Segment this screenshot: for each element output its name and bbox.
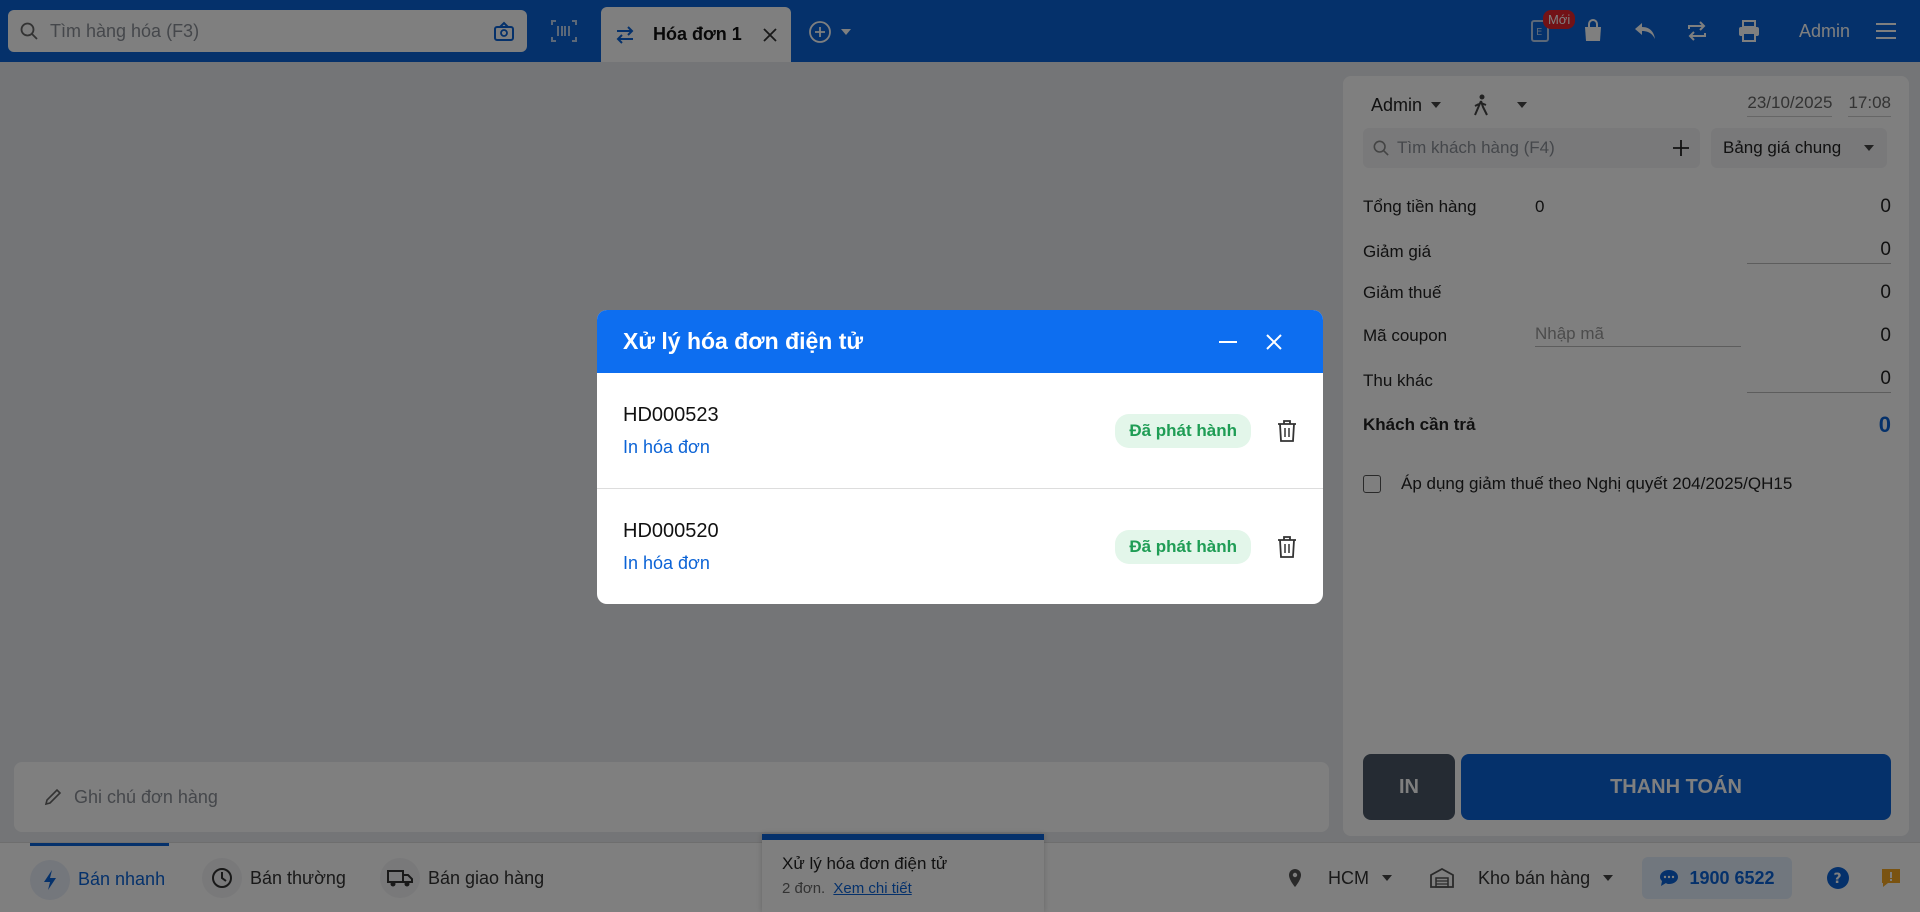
status-badge: Đã phát hành <box>1115 530 1251 564</box>
modal-title: Xử lý hóa đơn điện tử <box>623 328 864 354</box>
modal-header: Xử lý hóa đơn điện tử <box>597 310 1323 373</box>
print-invoice-link[interactable]: In hóa đơn <box>623 437 1115 458</box>
print-invoice-link[interactable]: In hóa đơn <box>623 553 1115 574</box>
close-icon <box>1266 333 1282 350</box>
e-invoice-modal: Xử lý hóa đơn điện tử HD000523 In hóa đơ… <box>597 310 1323 604</box>
invoice-code: HD000523 <box>623 403 719 426</box>
minimize-icon <box>1219 340 1237 343</box>
modal-close-button[interactable] <box>1251 322 1297 362</box>
invoice-row: HD000523 In hóa đơn Đã phát hành <box>597 373 1323 489</box>
trash-icon[interactable] <box>1277 536 1297 558</box>
status-badge: Đã phát hành <box>1115 413 1251 448</box>
invoice-row: HD000520 In hóa đơn Đã phát hành <box>597 489 1323 604</box>
minimize-button[interactable] <box>1205 322 1251 362</box>
invoice-code: HD000520 <box>623 520 719 542</box>
trash-icon[interactable] <box>1277 419 1297 442</box>
